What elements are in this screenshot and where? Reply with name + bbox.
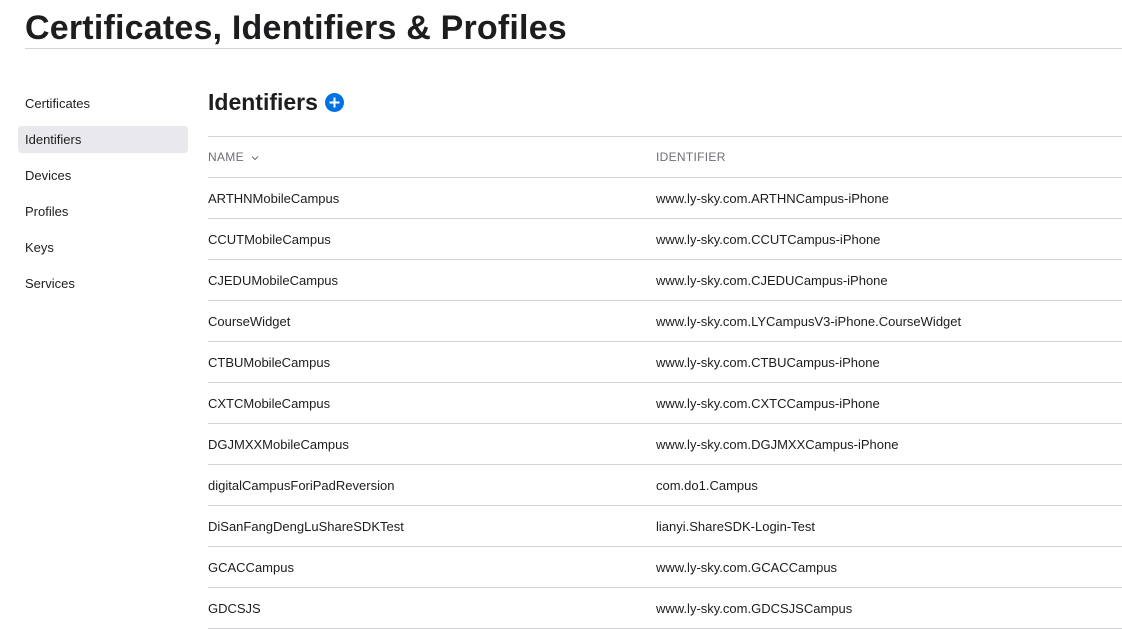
table-row[interactable]: DGJMXXMobileCampus www.ly-sky.com.DGJMXXC…: [208, 424, 1122, 465]
sidebar-item-keys[interactable]: Keys: [18, 234, 188, 261]
identifier-name: GDCSJS: [208, 600, 261, 616]
identifier-name: CJEDUMobileCampus: [208, 272, 339, 288]
table-header-row: NAME IDENTIFIER: [208, 137, 1122, 178]
page-title: Certificates, Identifiers & Profiles: [25, 9, 567, 47]
identifier-value: www.ly-sky.com.CXTCCampus-iPhone: [656, 395, 880, 411]
identifier-name: CTBUMobileCampus: [208, 354, 331, 370]
section-title: Identifiers: [208, 88, 318, 115]
identifier-value: www.ly-sky.com.LYCampusV3-iPhone.CourseW…: [656, 313, 962, 329]
identifier-value: www.ly-sky.com.ARTHNCampus-iPhone: [656, 190, 889, 206]
identifier-value: www.ly-sky.com.GCACCampus: [656, 559, 838, 575]
identifier-name: CourseWidget: [208, 313, 291, 329]
sidebar-item-profiles[interactable]: Profiles: [18, 198, 188, 225]
identifier-value: www.ly-sky.com.CJEDUCampus-iPhone: [656, 272, 888, 288]
identifier-name: DGJMXXMobileCampus: [208, 436, 349, 452]
identifier-name: GCACCampus: [208, 559, 294, 575]
table-row[interactable]: CourseWidget www.ly-sky.com.LYCampusV3-iP…: [208, 301, 1122, 342]
identifier-name: digitalCampusForiPadReversion: [208, 477, 395, 493]
table-row[interactable]: CTBUMobileCampus www.ly-sky.com.CTBUCampu…: [208, 342, 1122, 383]
column-header-identifier[interactable]: IDENTIFIER: [656, 150, 1122, 164]
title-divider: [25, 48, 1122, 49]
table-row[interactable]: digitalCampusForiPadReversion com.do1.Cam…: [208, 465, 1122, 506]
identifier-name: ARTHNMobileCampus: [208, 190, 340, 206]
identifier-value: www.ly-sky.com.GDCSJSCampus: [656, 600, 853, 616]
identifier-value: lianyi.ShareSDK-Login-Test: [656, 518, 815, 534]
identifiers-table: NAME IDENTIFIER ARTHNMobileCampus www.ly-…: [208, 136, 1122, 629]
table-row[interactable]: GDCSJS www.ly-sky.com.GDCSJSCampus: [208, 588, 1122, 629]
identifier-value: www.ly-sky.com.DGJMXXCampus-iPhone: [656, 436, 899, 452]
identifier-name: DiSanFangDengLuShareSDKTest: [208, 518, 404, 534]
table-row[interactable]: DiSanFangDengLuShareSDKTest lianyi.ShareS…: [208, 506, 1122, 547]
table-row[interactable]: CCUTMobileCampus www.ly-sky.com.CCUTCampu…: [208, 219, 1122, 260]
table-row[interactable]: CJEDUMobileCampus www.ly-sky.com.CJEDUCam…: [208, 260, 1122, 301]
add-identifier-button[interactable]: [324, 92, 344, 112]
sidebar-item-identifiers[interactable]: Identifiers: [18, 126, 188, 153]
sidebar-item-certificates[interactable]: Certificates: [18, 90, 188, 117]
table-body: ARTHNMobileCampus www.ly-sky.com.ARTHNCam…: [208, 178, 1122, 629]
table-row[interactable]: ARTHNMobileCampus www.ly-sky.com.ARTHNCam…: [208, 178, 1122, 219]
table-row[interactable]: CXTCMobileCampus www.ly-sky.com.CXTCCampu…: [208, 383, 1122, 424]
identifier-value: www.ly-sky.com.CCUTCampus-iPhone: [656, 231, 881, 247]
sidebar: Certificates Identifiers Devices Profile…: [18, 90, 188, 306]
sidebar-item-services[interactable]: Services: [18, 270, 188, 297]
plus-circle-icon: [329, 97, 340, 107]
table-row[interactable]: GCACCampus www.ly-sky.com.GCACCampus: [208, 547, 1122, 588]
main-content: Identifiers NAME IDENTIFIER ARTHNMobileC…: [208, 86, 1122, 629]
column-header-name-label: NAME: [208, 150, 244, 164]
section-header: Identifiers: [208, 86, 1122, 118]
column-header-name[interactable]: NAME: [208, 150, 656, 164]
identifier-name: CXTCMobileCampus: [208, 395, 331, 411]
identifier-name: CCUTMobileCampus: [208, 231, 331, 247]
identifier-value: com.do1.Campus: [656, 477, 758, 493]
sidebar-item-devices[interactable]: Devices: [18, 162, 188, 189]
chevron-down-icon: [251, 155, 258, 161]
identifier-value: www.ly-sky.com.CTBUCampus-iPhone: [656, 354, 880, 370]
